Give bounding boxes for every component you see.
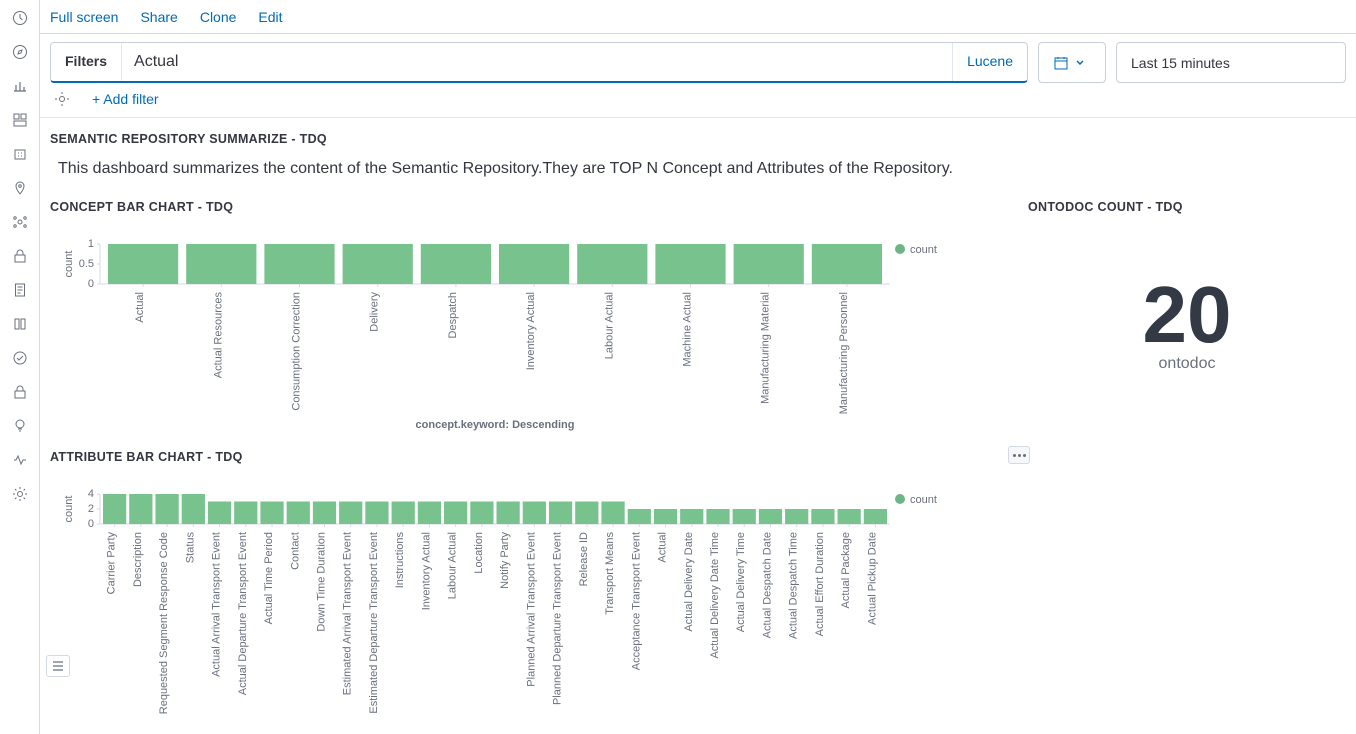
- svg-text:Consumption Correction: Consumption Correction: [291, 292, 303, 411]
- svg-text:0: 0: [88, 518, 94, 530]
- svg-text:1: 1: [88, 238, 94, 250]
- svg-text:Carrier Party: Carrier Party: [106, 532, 118, 595]
- left-sidebar: [0, 0, 40, 734]
- svg-text:concept.keyword: Descending: concept.keyword: Descending: [416, 419, 575, 431]
- attribute-bar-chart: 0 2 4 count Carrier Party Description Requeste…: [50, 474, 1010, 714]
- gear-icon[interactable]: [12, 486, 28, 502]
- concept-chart-title: CONCEPT BAR CHART - TDQ: [50, 200, 1010, 214]
- svg-text:Actual Effort Duration: Actual Effort Duration: [814, 532, 826, 636]
- svg-text:Actual Time Period: Actual Time Period: [263, 532, 275, 624]
- summary-panel-title: SEMANTIC REPOSITORY SUMMARIZE - TDQ: [50, 132, 1346, 146]
- svg-text:Labour Actual: Labour Actual: [447, 532, 459, 599]
- svg-text:count: count: [63, 251, 75, 278]
- svg-text:Notify Party: Notify Party: [499, 532, 511, 589]
- calendar-icon: [1053, 55, 1069, 71]
- svg-text:Planned Departure Transport Ev: Planned Departure Transport Event: [552, 532, 564, 705]
- edit-link[interactable]: Edit: [258, 9, 282, 25]
- doc-icon[interactable]: [12, 282, 28, 298]
- lock-icon[interactable]: [12, 248, 28, 264]
- ontodoc-value: 20: [1143, 275, 1232, 355]
- full-screen-link[interactable]: Full screen: [50, 9, 118, 25]
- svg-text:Acceptance Transport Event: Acceptance Transport Event: [630, 532, 642, 670]
- svg-text:Contact: Contact: [289, 532, 301, 570]
- svg-text:Status: Status: [184, 532, 196, 564]
- panels-icon[interactable]: [12, 112, 28, 128]
- svg-text:Actual Despatch Time: Actual Despatch Time: [788, 532, 800, 639]
- cluster-icon[interactable]: [12, 214, 28, 230]
- summary-text: This dashboard summarizes the content of…: [50, 156, 1346, 196]
- svg-text:4: 4: [88, 488, 94, 500]
- svg-text:count: count: [910, 494, 937, 506]
- svg-text:Release ID: Release ID: [578, 532, 590, 586]
- svg-text:Despatch: Despatch: [447, 292, 459, 338]
- svg-text:Transport Means: Transport Means: [604, 532, 616, 615]
- svg-text:Inventory Actual: Inventory Actual: [525, 292, 537, 370]
- building-icon[interactable]: [12, 146, 28, 162]
- svg-text:Actual Arrival Transport Event: Actual Arrival Transport Event: [211, 532, 223, 677]
- legend-toggle-button[interactable]: [46, 655, 70, 677]
- svg-text:Actual Pickup Date: Actual Pickup Date: [866, 532, 878, 625]
- svg-text:Inventory Actual: Inventory Actual: [420, 532, 432, 610]
- svg-text:Description: Description: [132, 532, 144, 587]
- svg-text:Actual: Actual: [657, 532, 669, 563]
- search-input[interactable]: [122, 43, 952, 81]
- panel-options-button[interactable]: [1008, 446, 1030, 464]
- clone-link[interactable]: Clone: [200, 9, 237, 25]
- svg-text:Actual Departure Transport Eve: Actual Departure Transport Event: [237, 532, 249, 695]
- pin-icon[interactable]: [12, 180, 28, 196]
- heart-icon[interactable]: [12, 350, 28, 366]
- svg-text:0: 0: [88, 278, 94, 290]
- svg-text:Instructions: Instructions: [394, 532, 406, 589]
- lock2-icon[interactable]: [12, 384, 28, 400]
- ontodoc-panel-title: ONTODOC COUNT - TDQ: [1028, 200, 1346, 214]
- filter-settings-icon[interactable]: [54, 91, 70, 107]
- time-range-label: Last 15 minutes: [1131, 55, 1230, 71]
- pulse-icon[interactable]: [12, 452, 28, 468]
- svg-text:Labour Actual: Labour Actual: [603, 292, 615, 359]
- ontodoc-metric: 20 ontodoc: [1028, 224, 1346, 424]
- sub-filter-row: + Add filter: [40, 83, 1356, 118]
- compass-icon[interactable]: [12, 44, 28, 60]
- svg-text:Delivery: Delivery: [369, 292, 381, 332]
- svg-text:count: count: [910, 244, 937, 256]
- query-box: Filters Lucene: [50, 42, 1028, 83]
- time-range-button[interactable]: Last 15 minutes: [1116, 42, 1346, 83]
- svg-text:Manufacturing Personnel: Manufacturing Personnel: [838, 292, 850, 414]
- svg-text:Machine Actual: Machine Actual: [682, 292, 694, 367]
- concept-bar-chart: 0 0.5 1 count Actual Actual Resources Consumpt…: [50, 224, 1010, 434]
- svg-text:Actual: Actual: [134, 292, 146, 323]
- attribute-chart-title: ATTRIBUTE BAR CHART - TDQ: [50, 450, 1010, 464]
- svg-text:count: count: [63, 496, 75, 523]
- svg-text:Location: Location: [473, 532, 485, 574]
- top-menu: Full screen Share Clone Edit: [40, 0, 1356, 34]
- thumb-icon[interactable]: [12, 316, 28, 332]
- svg-text:Actual Despatch Date: Actual Despatch Date: [761, 532, 773, 638]
- svg-text:Actual Delivery Date: Actual Delivery Date: [683, 532, 695, 632]
- svg-text:2: 2: [88, 503, 94, 515]
- chevron-down-icon: [1075, 58, 1085, 68]
- svg-text:Requested Segment Response Cod: Requested Segment Response Code: [158, 532, 170, 714]
- bulb-icon[interactable]: [12, 418, 28, 434]
- date-picker-button[interactable]: [1038, 42, 1106, 83]
- share-link[interactable]: Share: [140, 9, 177, 25]
- bar-chart-icon[interactable]: [12, 78, 28, 94]
- svg-text:Estimated Departure Transport: Estimated Departure Transport Event: [368, 532, 380, 714]
- svg-text:Down Time Duration: Down Time Duration: [315, 532, 327, 632]
- svg-text:Estimated Arrival Transport Ev: Estimated Arrival Transport Event: [342, 532, 354, 695]
- svg-text:Manufacturing Material: Manufacturing Material: [760, 292, 772, 404]
- ontodoc-label: ontodoc: [1159, 355, 1216, 373]
- svg-text:Actual Resources: Actual Resources: [212, 292, 224, 379]
- svg-text:Actual Delivery Time: Actual Delivery Time: [735, 532, 747, 632]
- filter-bar: Filters Lucene Last 15 minutes: [40, 34, 1356, 83]
- svg-text:Actual Delivery Date Time: Actual Delivery Date Time: [709, 532, 721, 659]
- svg-text:Planned Arrival Transport Even: Planned Arrival Transport Event: [525, 532, 537, 687]
- add-filter-button[interactable]: + Add filter: [92, 91, 159, 107]
- query-syntax-button[interactable]: Lucene: [952, 43, 1027, 81]
- clock-icon[interactable]: [12, 10, 28, 26]
- filters-label: Filters: [51, 43, 122, 81]
- svg-text:Actual Package: Actual Package: [840, 532, 852, 608]
- svg-text:0.5: 0.5: [79, 258, 94, 270]
